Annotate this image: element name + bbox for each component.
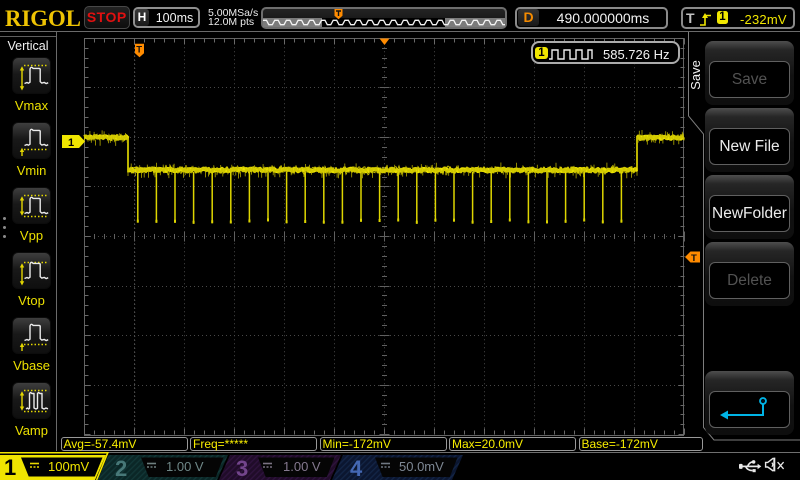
svg-text:100mV: 100mV [48, 459, 90, 474]
svg-text:T: T [136, 45, 142, 56]
svg-text:50.0mV: 50.0mV [399, 459, 444, 474]
svg-text:1: 1 [4, 455, 16, 480]
svg-text:T: T [691, 253, 697, 264]
svg-text:1: 1 [68, 137, 74, 149]
svg-text:3: 3 [236, 456, 248, 480]
svg-text:2: 2 [115, 456, 127, 480]
svg-text:4: 4 [350, 456, 363, 480]
svg-text:1.00 V: 1.00 V [283, 459, 321, 474]
svg-text:1.00 V: 1.00 V [166, 459, 204, 474]
